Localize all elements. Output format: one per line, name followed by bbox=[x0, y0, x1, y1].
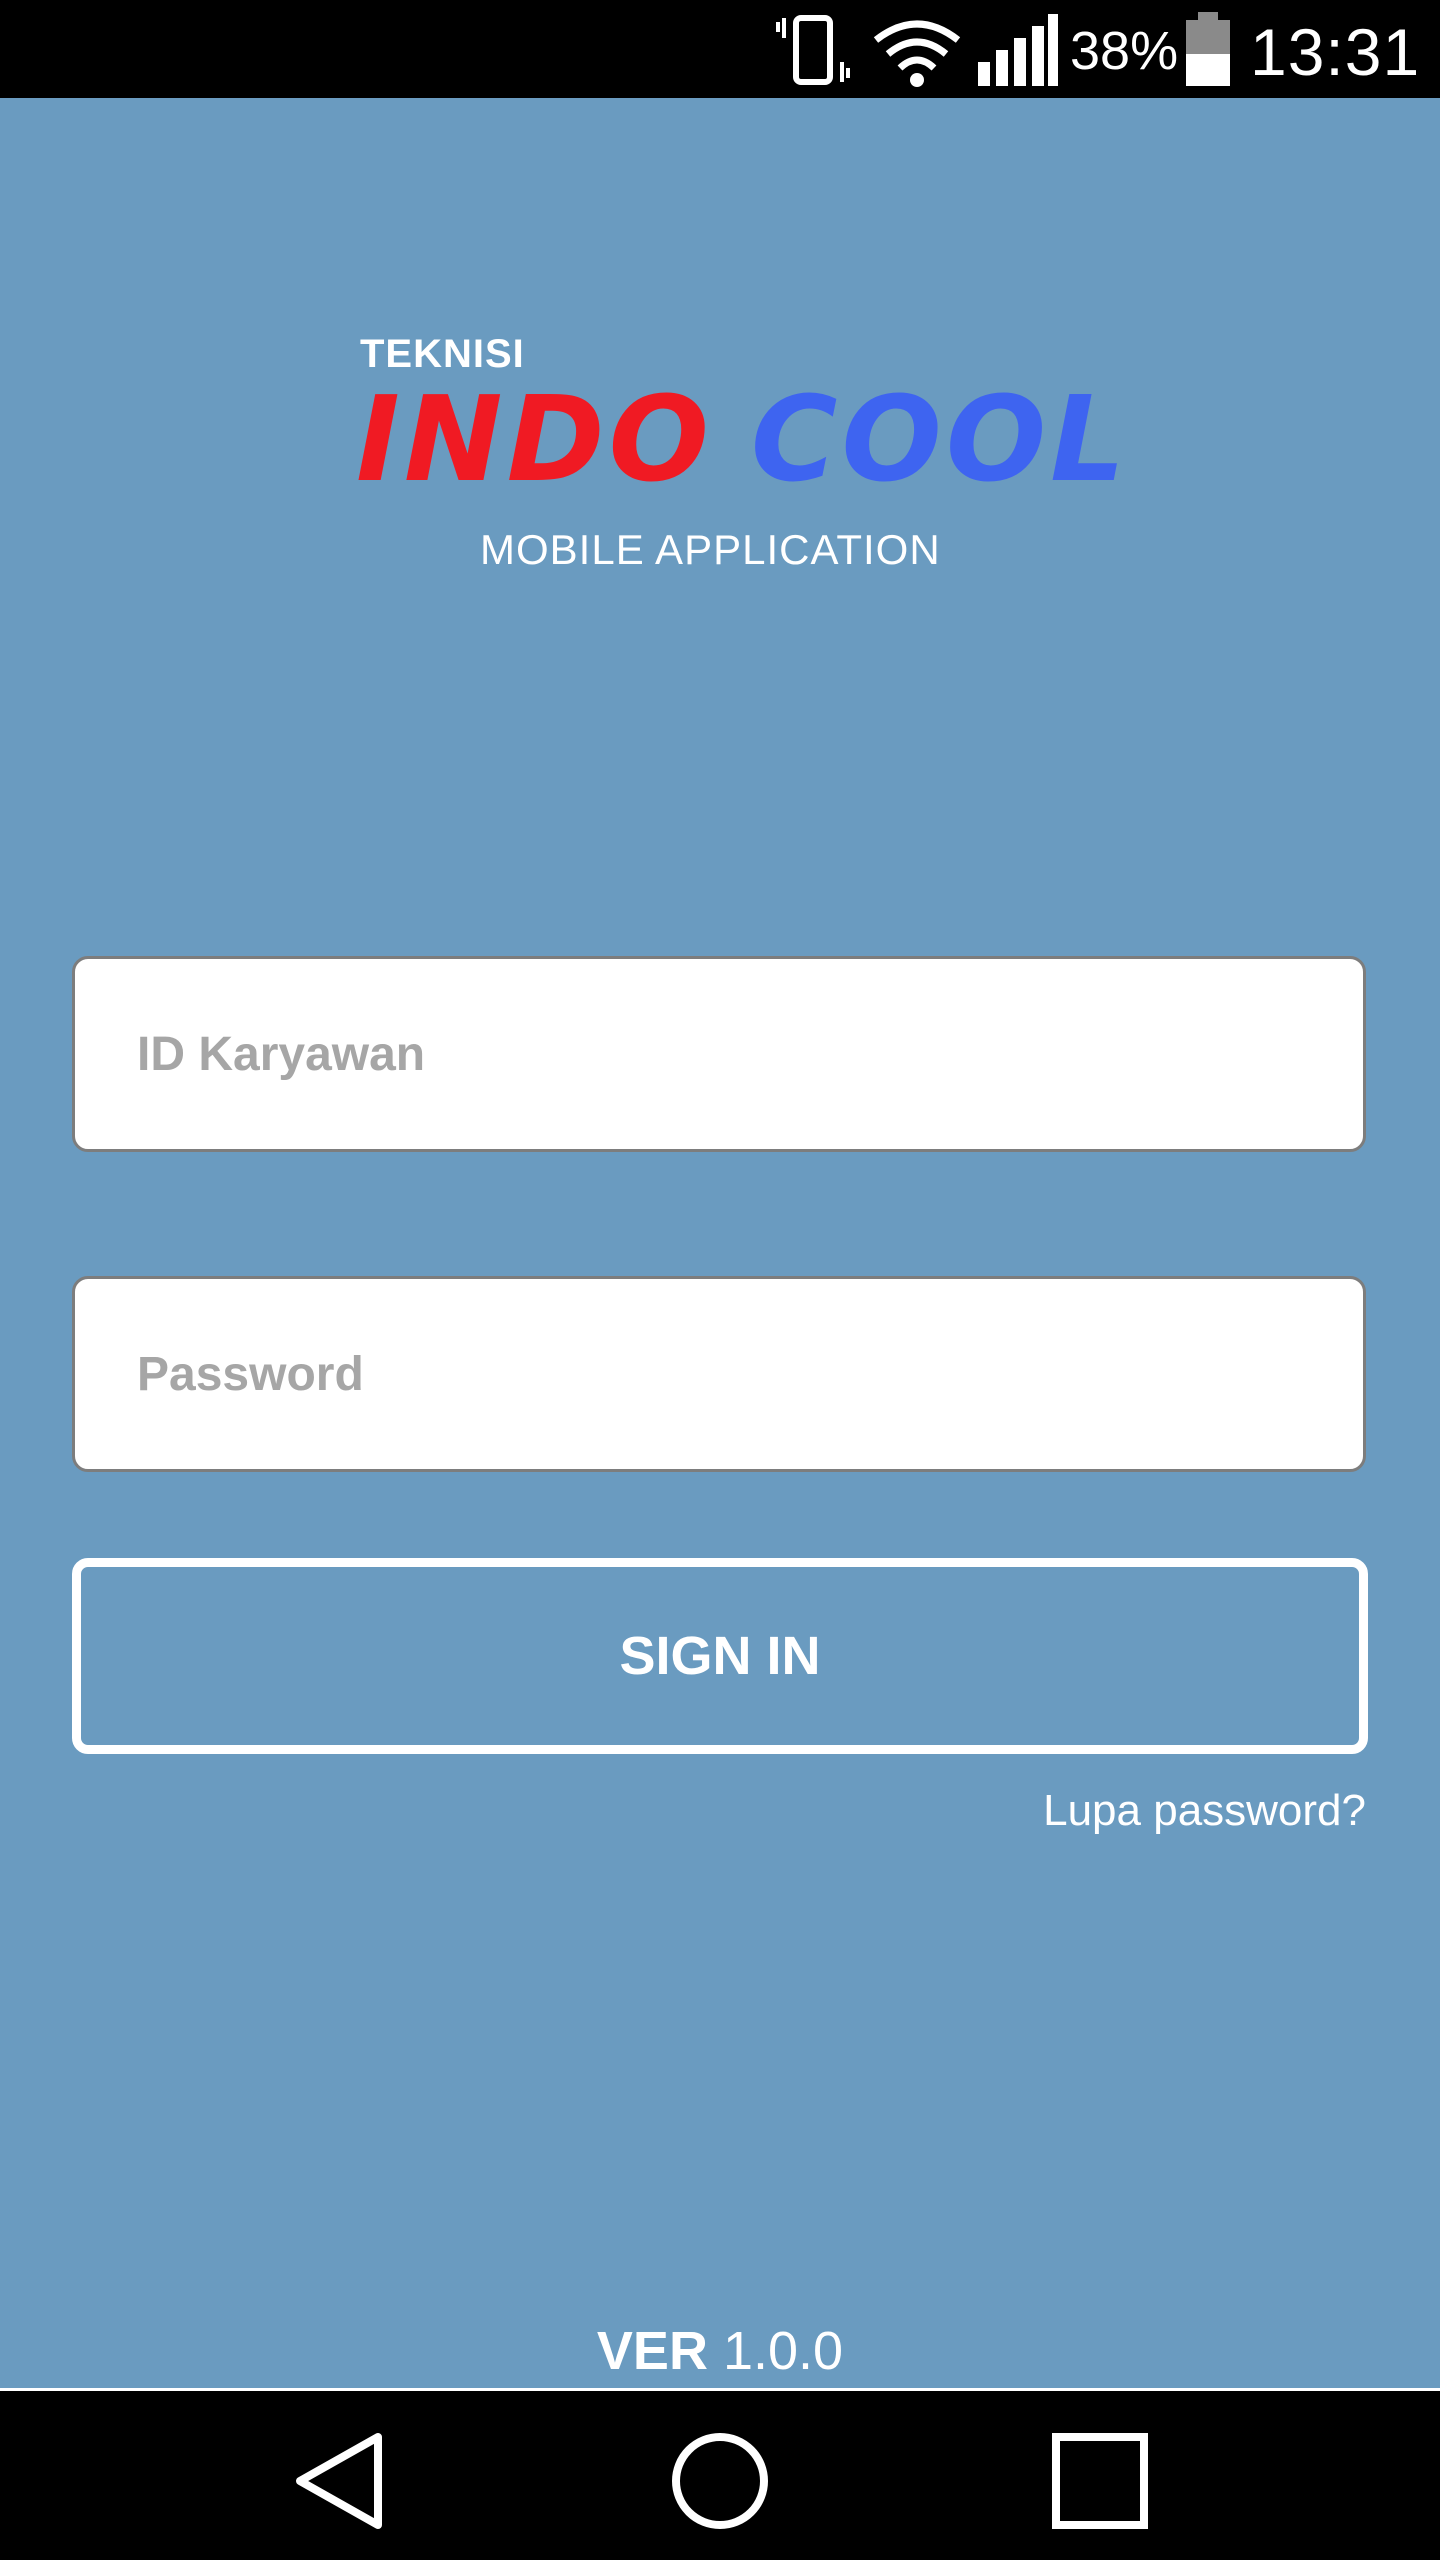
back-icon[interactable] bbox=[290, 2431, 390, 2531]
sign-in-button[interactable]: SIGN IN bbox=[72, 1558, 1368, 1754]
logo-brand-red: INDO bbox=[356, 370, 713, 508]
signal-icon bbox=[978, 14, 1058, 86]
employee-id-input[interactable] bbox=[75, 959, 1363, 1149]
clock: 13:31 bbox=[1250, 15, 1421, 89]
logo-subtitle: MOBILE APPLICATION bbox=[480, 526, 941, 573]
wifi-icon bbox=[873, 20, 961, 87]
home-icon[interactable] bbox=[668, 2429, 772, 2533]
battery-percent: 38% bbox=[1070, 21, 1179, 81]
logo-brand: INDO COOL bbox=[356, 370, 1129, 508]
logo-brand-blue: COOL bbox=[750, 370, 1130, 508]
navigation-bar bbox=[0, 2388, 1440, 2560]
password-field[interactable] bbox=[72, 1276, 1366, 1472]
version-number: 1.0.0 bbox=[722, 2321, 844, 2381]
password-input[interactable] bbox=[75, 1279, 1363, 1469]
version-label: VER bbox=[596, 2321, 708, 2381]
battery-icon bbox=[1186, 12, 1230, 86]
forgot-password-link[interactable]: Lupa password? bbox=[1043, 1786, 1366, 1836]
vibrate-icon bbox=[776, 15, 850, 85]
app-version: VER 1.0.0 bbox=[0, 2320, 1440, 2382]
login-screen: 38% 13:31 TEKNISI INDO COOL MOBILE APPLIC… bbox=[0, 0, 1440, 2560]
recent-apps-icon[interactable] bbox=[1050, 2431, 1150, 2531]
app-logo: TEKNISI INDO COOL MOBILE APPLICATION bbox=[356, 330, 1125, 580]
status-bar: 38% 13:31 bbox=[0, 0, 1440, 98]
employee-id-field[interactable] bbox=[72, 956, 1366, 1152]
